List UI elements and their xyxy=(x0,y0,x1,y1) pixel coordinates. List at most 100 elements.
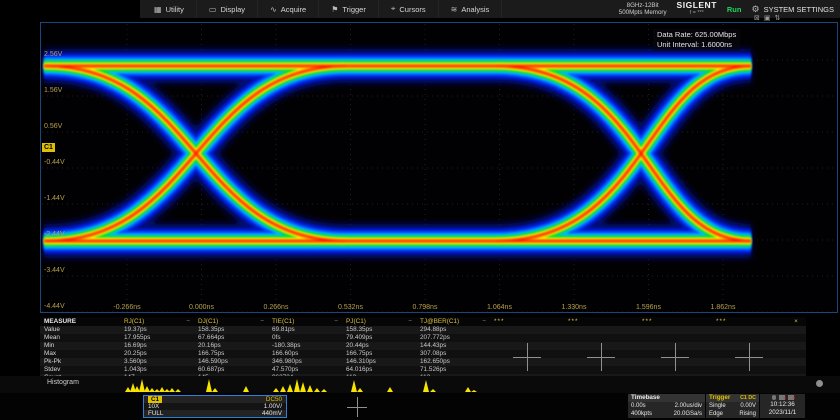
timebase-delay: 0.00s xyxy=(631,402,646,410)
measure-value: 20.16ps xyxy=(198,342,221,350)
add-channel-button[interactable] xyxy=(347,397,367,417)
histogram-handle-dot[interactable] xyxy=(816,380,823,387)
menu-item-display[interactable]: ▭Display xyxy=(197,0,258,18)
menu-item-trigger[interactable]: ⚑Trigger xyxy=(319,0,379,18)
menu-item-label: Display xyxy=(220,5,245,14)
data-rate-label: Data Rate: 625.00Mbps xyxy=(657,30,736,40)
channel-offset: 440mV xyxy=(262,410,282,417)
channel-marker-c1[interactable]: C1 xyxy=(42,143,55,152)
x-axis-label: 0.000ns xyxy=(178,304,226,311)
measure-row-label: Pk-Pk xyxy=(40,358,120,366)
menu-item-analysis[interactable]: ≋Analysis xyxy=(439,0,503,18)
oscilloscope-screen: ▦Utility▭Display∿Acquire⚑Trigger⌖Cursors… xyxy=(0,0,840,420)
menu-item-label: Cursors xyxy=(399,5,425,14)
channel-name-badge: C1 xyxy=(148,396,162,403)
measure-value: 64.016ps xyxy=(346,366,372,374)
y-axis-label: -1.44V xyxy=(44,195,65,202)
unit-interval-label: Unit Interval: 1.6000ns xyxy=(657,40,736,50)
signal-info-box: Data Rate: 625.00Mbps Unit Interval: 1.6… xyxy=(653,29,740,51)
add-measurement-button[interactable] xyxy=(661,343,689,371)
x-axis-label: 0.266ns xyxy=(252,304,300,311)
measure-value: 207.772ps xyxy=(420,334,450,342)
top-bar-right: 8GHz-12Bit 500Mpts Memory SIGLENT f = **… xyxy=(619,0,834,18)
measure-value: 1.043ps xyxy=(124,366,147,374)
status-icons: × × xyxy=(760,394,805,401)
remove-measurement-icon[interactable]: − xyxy=(260,317,268,326)
measure-value: 79.409ps xyxy=(346,334,372,342)
measure-column-header[interactable]: DJ(C1)− xyxy=(194,317,268,326)
channel-c1-box[interactable]: C1 DC50 10X 1.00V/ FULL 440mV xyxy=(143,395,287,418)
measure-value: 60.687ps xyxy=(198,366,224,374)
measure-value: 146.310ps xyxy=(346,358,376,366)
measure-value: 294.88ps xyxy=(420,326,446,334)
y-axis-label: -3.44V xyxy=(44,267,65,274)
add-measurement-button[interactable] xyxy=(513,343,541,371)
remove-measurement-icon[interactable]: − xyxy=(186,317,194,326)
measure-value: 166.60ps xyxy=(272,350,298,358)
histogram-row: Histogram xyxy=(0,376,840,393)
eye-diagram-plot[interactable]: 2.56V1.56V0.56V-0.44V-1.44V-2.44V-3.44V-… xyxy=(40,22,838,313)
remove-measurement-icon[interactable]: − xyxy=(408,317,416,326)
menu-item-cursors[interactable]: ⌖Cursors xyxy=(379,0,439,18)
system-settings-button[interactable]: ⚙ SYSTEM SETTINGS xyxy=(751,4,834,15)
measure-value: 67.664ps xyxy=(198,334,224,342)
bandwidth-label: 8GHz-12Bit xyxy=(619,2,667,10)
run-status[interactable]: Run xyxy=(727,5,742,14)
measure-value: 158.35ps xyxy=(346,326,372,334)
measure-row-max: Max20.25ps166.75ps166.60ps166.75ps307.08… xyxy=(40,350,806,358)
remove-measurement-icon[interactable]: − xyxy=(334,317,342,326)
x-axis-label: -0.266ns xyxy=(103,304,151,311)
gear-icon: ⚙ xyxy=(751,4,759,15)
measure-row-label: Min xyxy=(40,342,120,350)
timebase-box[interactable]: Timebase 0.00s 2.00us/div 400kpts 20.0GS… xyxy=(628,394,705,418)
timebase-scale: 2.00us/div xyxy=(675,402,702,410)
menu-item-utility[interactable]: ▦Utility xyxy=(142,0,197,18)
measure-column-header[interactable]: TJ@BER(C1)− xyxy=(416,317,490,326)
clock-box[interactable]: × × 10:12:36 2023/11/1 xyxy=(760,394,805,418)
add-measurement-button[interactable] xyxy=(735,343,763,371)
measure-row-label: Max xyxy=(40,350,120,358)
menu-item-acquire[interactable]: ∿Acquire xyxy=(258,0,319,18)
x-axis-label: 0.798ns xyxy=(401,304,449,311)
siglent-logo: SIGLENT f = *** xyxy=(677,1,717,17)
window-control-icons[interactable]: ⊠▣⇅ xyxy=(754,14,784,22)
measure-table: MEASURERJ(C1)−DJ(C1)−TIE(C1)−PJ(C1)−TJ@B… xyxy=(40,317,806,382)
menu-item-label: Utility xyxy=(166,5,184,14)
measure-value: 346.980ps xyxy=(272,358,302,366)
close-measure-table-icon[interactable]: × xyxy=(786,317,806,326)
measure-value: 144.43ps xyxy=(420,342,446,350)
measure-row-mean: Mean 17.955ps 67.664ps 0fs 79.409ps 207.772ps xyxy=(40,334,806,342)
measure-row-label: Mean xyxy=(40,334,120,342)
empty-measure-slot-header: *** xyxy=(564,317,638,326)
x-axis-label: 1.330ns xyxy=(550,304,598,311)
measure-column-header[interactable]: RJ(C1)− xyxy=(120,317,194,326)
trigger-icon: ⚑ xyxy=(331,5,338,14)
measure-value: 0fs xyxy=(272,334,281,342)
remove-measurement-icon[interactable]: − xyxy=(482,317,490,326)
clock-time: 10:12:36 xyxy=(760,401,805,409)
channel-bandwidth: FULL xyxy=(148,410,163,417)
memory-label: 500Mpts Memory xyxy=(619,9,667,17)
y-axis-label: 1.56V xyxy=(44,87,62,94)
measure-row-label: Value xyxy=(40,326,120,334)
wifi-icon: × xyxy=(788,395,794,400)
measure-value: 146.590ps xyxy=(198,358,228,366)
measure-column-header[interactable]: TIE(C1)− xyxy=(268,317,342,326)
measure-column-header[interactable]: PJ(C1)− xyxy=(342,317,416,326)
trigger-box[interactable]: Trigger C1 DC Single 0.00V Edge Rising xyxy=(706,394,759,418)
add-measurement-button[interactable] xyxy=(587,343,615,371)
measure-row-value: Value19.37ps158.35ps69.81ps158.35ps294.8… xyxy=(40,326,806,334)
empty-measure-slot-header: *** xyxy=(712,317,786,326)
measure-value: 17.955ps xyxy=(124,334,150,342)
empty-measure-slot-header: *** xyxy=(490,317,564,326)
channel-attenuation: 10X xyxy=(148,403,159,410)
status-bar: C1 DC50 10X 1.00V/ FULL 440mV Timebase 0… xyxy=(0,393,840,420)
trigger-slope: Rising xyxy=(739,410,756,418)
measure-value: 158.35ps xyxy=(198,326,224,334)
timebase-points: 400kpts xyxy=(631,410,652,418)
x-axis-label: 1.862ns xyxy=(699,304,747,311)
acquire-icon: ∿ xyxy=(270,5,277,14)
usb-icon xyxy=(772,395,776,400)
system-settings-label: SYSTEM SETTINGS xyxy=(764,5,834,14)
measure-value: 166.75ps xyxy=(346,350,372,358)
